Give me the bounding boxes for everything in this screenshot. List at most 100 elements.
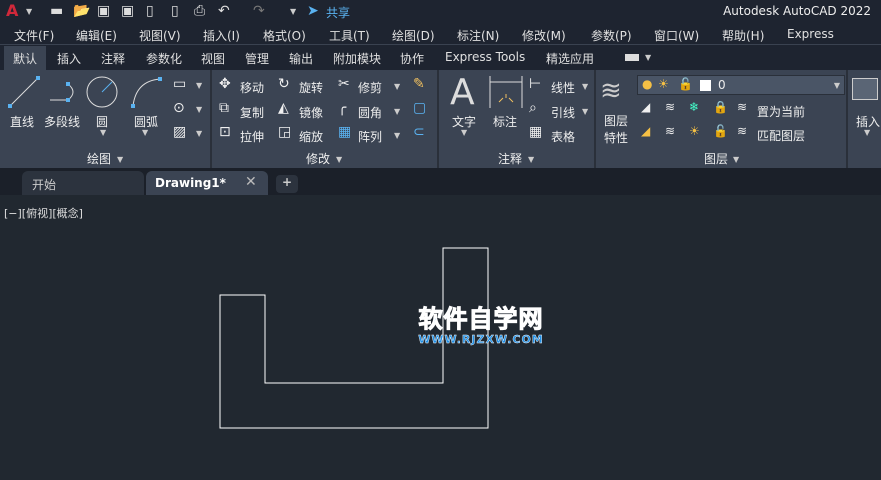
menu-edit[interactable]: 编辑(E) [76,27,117,44]
copy-button[interactable]: 复制 [240,104,264,121]
tab-annotate[interactable]: 注释 [101,50,125,67]
arc-dropdown-icon[interactable]: ▼ [142,128,148,137]
layer-lock-icon[interactable]: 🔒 [713,100,728,114]
scale-button[interactable]: 缩放 [299,128,323,145]
menu-insert[interactable]: 插入(I) [203,27,240,44]
layers-panel-title[interactable]: 图层 [704,150,728,167]
menu-window[interactable]: 窗口(W) [654,27,699,44]
tab-parametric[interactable]: 参数化 [146,50,182,67]
polyline-button[interactable]: 多段线 [44,113,80,130]
table-button[interactable]: 表格 [551,128,575,145]
undo-icon[interactable]: ↶ [218,3,230,19]
stretch-button[interactable]: 拉伸 [240,128,264,145]
hatch-icon[interactable]: ▨ [173,124,186,140]
tab-featured-apps[interactable]: 精选应用 [546,50,594,67]
menu-tools[interactable]: 工具(T) [329,27,370,44]
array-button[interactable]: 阵列 [358,128,382,145]
offset-icon[interactable]: ⊂ [413,124,425,140]
layer-unisolate-icon[interactable]: ◢ [641,124,650,138]
linear-button[interactable]: 线性 [551,79,575,96]
tab-default[interactable]: 默认 [13,50,37,67]
menu-help[interactable]: 帮助(H) [722,27,764,44]
redo-icon[interactable]: ↷ [253,3,265,19]
menu-format[interactable]: 格式(O) [263,27,306,44]
layer-unlock-icon[interactable]: 🔓 [678,77,693,91]
mirror-icon: ◭ [278,100,289,116]
tab-manage[interactable]: 管理 [245,50,269,67]
autocad-logo-icon[interactable]: A [6,1,18,20]
explode-icon[interactable]: ▢ [413,100,426,116]
circle-dropdown-icon[interactable]: ▼ [100,128,106,137]
polyline-icon[interactable] [48,82,80,104]
layer-previous-icon[interactable]: ≋ [665,100,675,114]
layer-on-icon[interactable]: ● [642,77,652,91]
menu-dimension[interactable]: 标注(N) [457,27,499,44]
tab-addins[interactable]: 附加模块 [333,50,381,67]
tab-start[interactable]: 开始 [22,171,144,195]
tab-start-label: 开始 [32,178,57,192]
arc-icon[interactable] [130,76,162,108]
draw-panel-title[interactable]: 绘图 [87,150,111,167]
tab-drawing1[interactable]: Drawing1* ✕ [146,171,268,195]
ellipse-icon[interactable]: ⊙ [173,100,185,116]
save-icon[interactable]: ▣ [97,3,110,19]
trim-button[interactable]: 修剪 [358,79,382,96]
erase-icon[interactable]: ✎ [413,76,425,92]
tab-view[interactable]: 视图 [201,50,225,67]
open-icon[interactable]: 📂 [73,3,90,19]
ribbon-minimize-icon[interactable] [625,54,639,61]
watermark-text: 软件自学网 [418,305,544,334]
move-button[interactable]: 移动 [240,79,264,96]
new-tab-button[interactable]: + [276,175,298,193]
layer-dropdown[interactable]: ● ☀ 🔓 0 ▼ [637,75,845,95]
save-web-icon[interactable]: ▯ [171,3,179,19]
layer-thaw-icon[interactable]: ☀ [658,77,669,91]
dimension-button[interactable]: 标注 [493,113,517,130]
set-current-button[interactable]: 置为当前 [757,103,805,120]
tab-output[interactable]: 输出 [289,50,313,67]
mirror-button[interactable]: 镜像 [299,104,323,121]
fillet-button[interactable]: 圆角 [358,104,382,121]
app-menu-chevron-icon[interactable]: ▼ [26,7,32,16]
close-tab-icon[interactable]: ✕ [245,174,257,190]
layer-unlock-all-icon[interactable]: 🔓 [713,124,728,138]
tab-insert[interactable]: 插入 [57,50,81,67]
fillet-icon: ╭ [338,100,347,116]
annotation-panel-title[interactable]: 注释 [498,150,522,167]
circle-icon[interactable] [86,76,118,108]
ribbon-options-chevron-icon[interactable]: ▼ [645,53,651,62]
match-layer-button[interactable]: 匹配图层 [757,127,805,144]
rotate-button[interactable]: 旋转 [299,79,323,96]
menu-file[interactable]: 文件(F) [14,27,54,44]
layer-thaw-all-icon[interactable]: ☀ [689,124,700,138]
open-web-icon[interactable]: ▯ [146,3,154,19]
plot-icon[interactable]: ⎙ [194,3,205,19]
leader-button[interactable]: 引线 [551,104,575,121]
menu-modify[interactable]: 修改(M) [522,27,566,44]
menu-draw[interactable]: 绘图(D) [392,27,435,44]
layer-freeze-icon[interactable]: ❄ [689,100,699,114]
ribbon-tabs: 默认 插入 注释 参数化 视图 管理 输出 附加模块 协作 Express To… [0,45,881,70]
layer-walk-icon[interactable]: ≋ [665,124,675,138]
line-icon[interactable] [8,76,40,108]
tab-collaborate[interactable]: 协作 [400,50,424,67]
menu-view[interactable]: 视图(V) [139,27,181,44]
layer-properties-button[interactable]: 图层特性 [604,113,630,147]
line-button[interactable]: 直线 [10,113,34,130]
menu-express[interactable]: Express [787,27,834,41]
watermark-url: WWW.RJZXW.COM [418,333,544,346]
modify-panel-title[interactable]: 修改 [306,150,330,167]
rectangle-icon[interactable]: ▭ [173,76,186,92]
viewport-controls[interactable]: [−][俯视][概念] [4,205,83,221]
customize-qat-icon[interactable]: ▼ [290,7,296,16]
layer-color-swatch[interactable] [700,80,711,91]
layer-name: 0 [718,78,726,92]
layer-isolate-icon[interactable]: ◢ [641,100,650,114]
tab-express-tools[interactable]: Express Tools [445,50,525,64]
share-button[interactable]: 共享 [326,4,350,21]
layer-dropdown-chevron-icon[interactable]: ▼ [834,81,840,90]
save-as-icon[interactable]: ▣ [121,3,134,19]
new-icon[interactable]: ▬ [50,3,63,19]
share-icon[interactable]: ➤ [307,3,319,19]
menu-parametric[interactable]: 参数(P) [591,27,632,44]
